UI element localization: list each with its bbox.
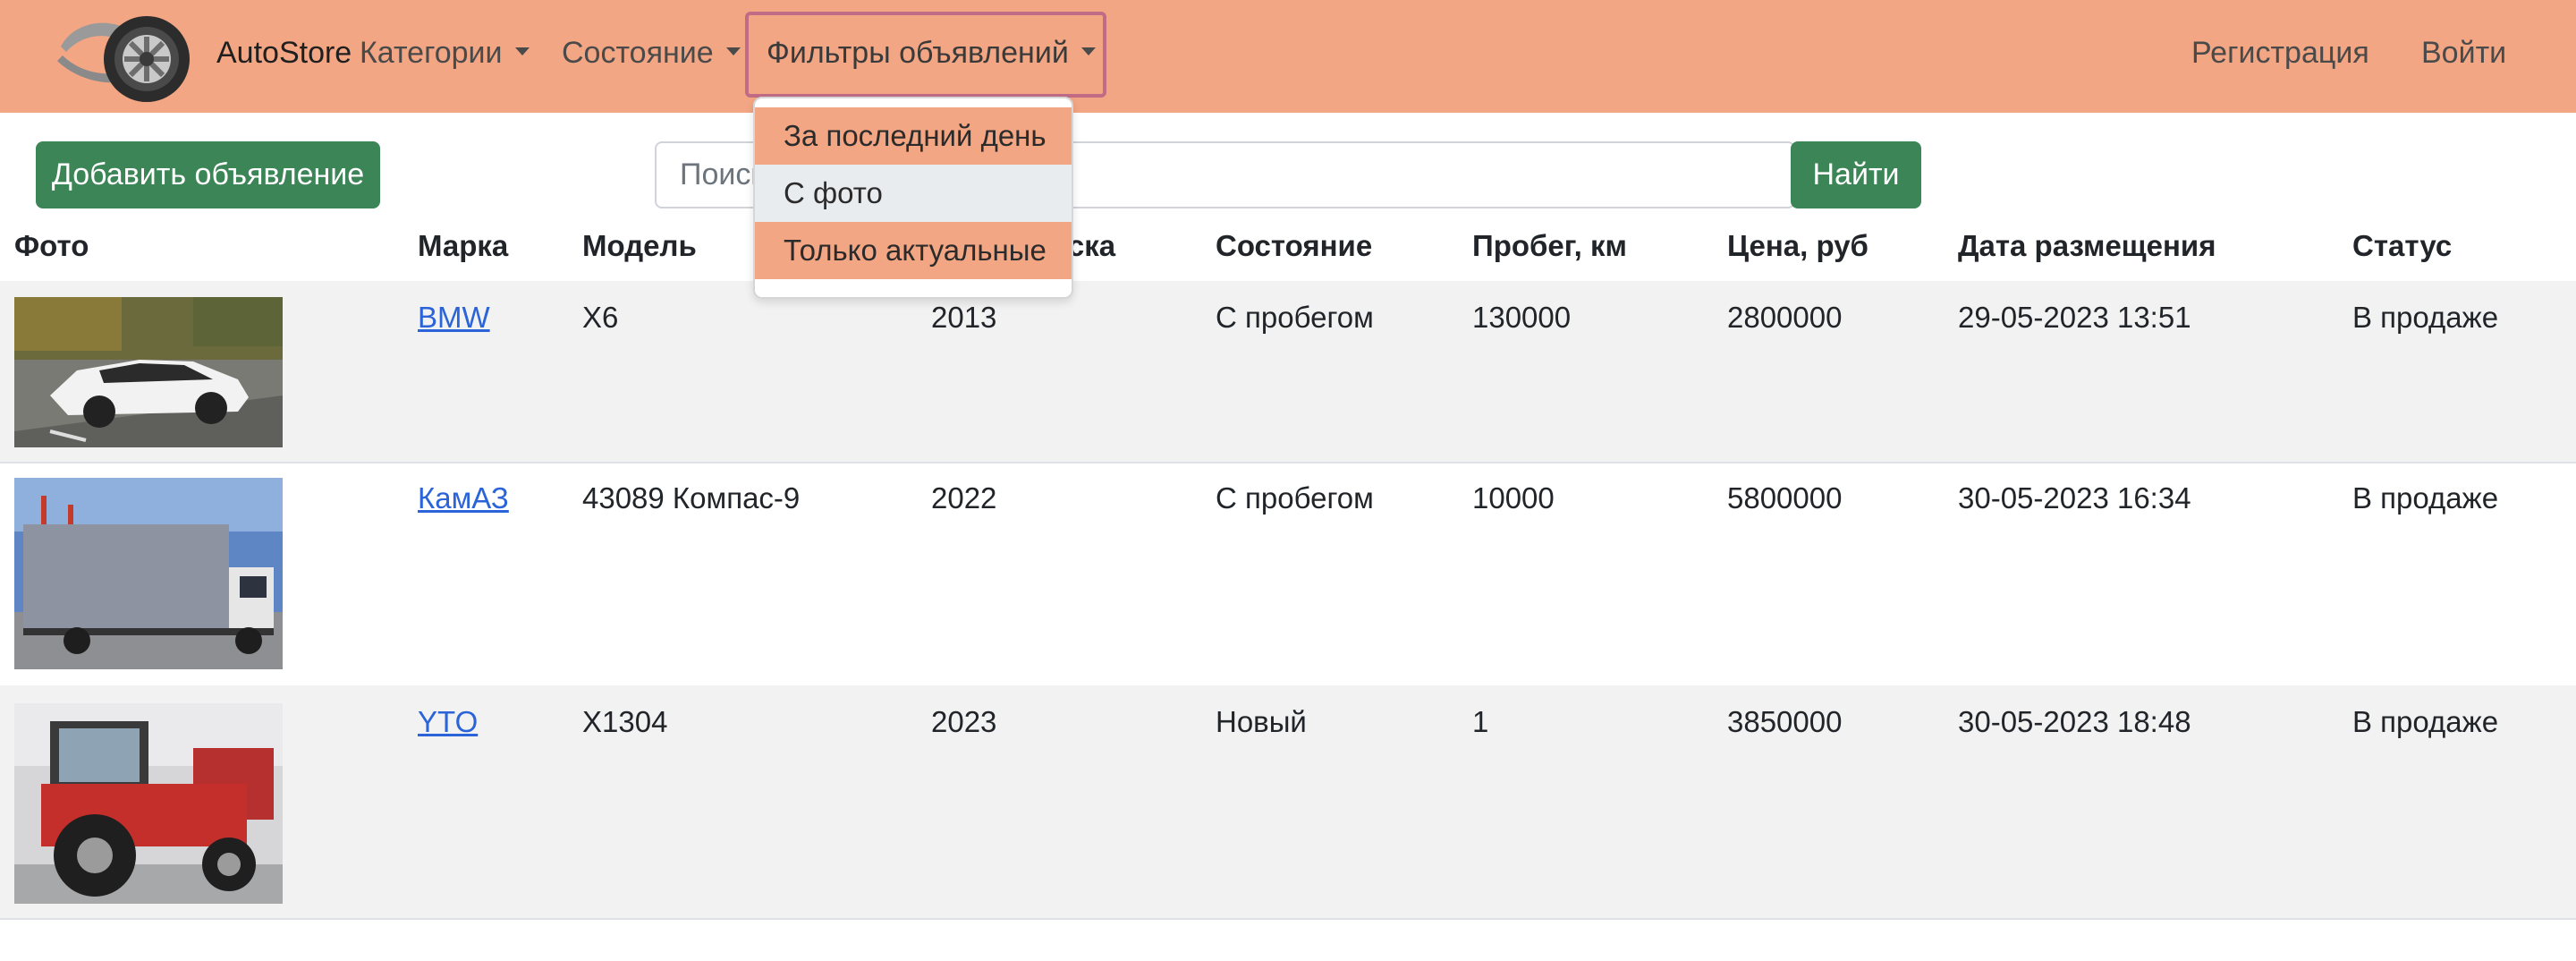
status-cell: В продаже <box>2352 481 2499 515</box>
brand-link[interactable]: КамАЗ <box>418 481 509 515</box>
price-cell: 5800000 <box>1727 481 1843 515</box>
brand-cell[interactable]: BMW <box>418 301 490 335</box>
nav-condition-dropdown[interactable]: Состояние <box>562 36 741 71</box>
mileage-cell: 1 <box>1472 705 1489 738</box>
nav-filters-label: Фильтры объявлений <box>767 36 1069 70</box>
price-cell: 3850000 <box>1727 705 1843 738</box>
condition-cell: С пробегом <box>1216 481 1374 515</box>
brand-cell[interactable]: YTO <box>418 705 478 739</box>
column-header-photo: Фото <box>14 229 89 262</box>
filters-dropdown-menu: За последний день С фото Только актуальн… <box>753 97 1073 299</box>
filter-last-day[interactable]: За последний день <box>755 107 1072 165</box>
condition-cell: С пробегом <box>1216 301 1374 334</box>
nav-filters-dropdown[interactable]: Фильтры объявлений <box>767 36 1096 71</box>
price-cell: 2800000 <box>1727 301 1843 334</box>
filter-only-active[interactable]: Только актуальные <box>755 222 1072 279</box>
caret-down-icon <box>1080 47 1096 55</box>
add-listing-button[interactable]: Добавить объявление <box>36 141 380 208</box>
navbar: AutoStore Категории Состояние Фильтры об… <box>0 0 2576 113</box>
status-cell: В продаже <box>2352 705 2499 738</box>
column-header-mileage: Пробег, км <box>1472 229 1627 262</box>
caret-down-icon <box>725 47 741 55</box>
search-button[interactable]: Найти <box>1791 141 1921 208</box>
year-cell: 2013 <box>931 301 997 334</box>
white-bmw-photo-image <box>14 297 283 447</box>
nav-categories-label: Категории <box>360 36 503 70</box>
date-cell: 30-05-2023 16:34 <box>1958 481 2191 515</box>
column-header-status: Статус <box>2352 229 2453 262</box>
nav-condition-label: Состояние <box>562 36 714 70</box>
date-cell: 29-05-2023 13:51 <box>1958 301 2191 334</box>
column-header-model: Модель <box>582 229 697 262</box>
register-link[interactable]: Регистрация <box>2191 36 2369 71</box>
date-cell: 30-05-2023 18:48 <box>1958 705 2191 738</box>
brand-name[interactable]: AutoStore <box>216 36 352 71</box>
model-cell: 43089 Компас-9 <box>582 481 801 515</box>
table-row: КамАЗ 43089 Компас-9 2022 С пробегом 100… <box>0 462 2576 687</box>
model-cell: X1304 <box>582 705 668 738</box>
condition-cell: Новый <box>1216 705 1307 738</box>
model-cell: X6 <box>582 301 619 334</box>
login-link[interactable]: Войти <box>2421 36 2506 71</box>
tire-logo-icon[interactable] <box>57 11 191 104</box>
column-header-brand: Марка <box>418 229 509 262</box>
year-cell: 2022 <box>931 481 997 515</box>
car-photo[interactable] <box>14 478 283 669</box>
status-cell: В продаже <box>2352 301 2499 334</box>
caret-down-icon <box>514 47 530 55</box>
mileage-cell: 130000 <box>1472 301 1572 334</box>
nav-categories-dropdown[interactable]: Категории <box>360 36 530 71</box>
column-header-price: Цена, руб <box>1727 229 1868 262</box>
kamaz-truck-photo-image <box>14 478 283 669</box>
brand-link[interactable]: BMW <box>418 301 490 334</box>
table-row: YTO X1304 2023 Новый 1 3850000 30-05-202… <box>0 685 2576 920</box>
car-photo[interactable] <box>14 297 283 447</box>
table-row: BMW X6 2013 С пробегом 130000 2800000 29… <box>0 281 2576 463</box>
mileage-cell: 10000 <box>1472 481 1555 515</box>
year-cell: 2023 <box>931 705 997 738</box>
brand-cell[interactable]: КамАЗ <box>418 481 509 515</box>
column-header-date: Дата размещения <box>1958 229 2216 262</box>
red-tractor-photo-image <box>14 703 283 904</box>
table-header: Фото Марка Модель Год выпуска Состояние … <box>0 213 2576 283</box>
column-header-condition: Состояние <box>1216 229 1373 262</box>
filter-with-photo[interactable]: С фото <box>755 165 1072 222</box>
car-photo[interactable] <box>14 703 283 904</box>
brand-link[interactable]: YTO <box>418 705 478 738</box>
